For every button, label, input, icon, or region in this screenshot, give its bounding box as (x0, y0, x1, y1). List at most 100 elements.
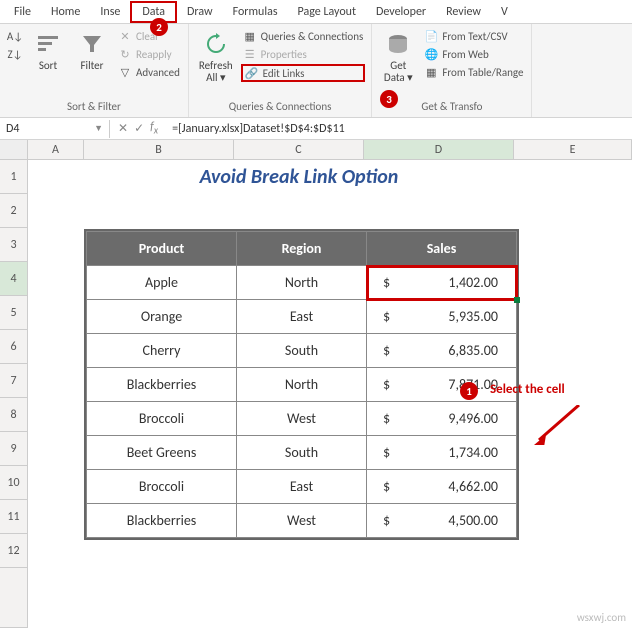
table-icon: ▦ (424, 65, 438, 79)
sales-value: 9,496.00 (448, 410, 504, 427)
cancel-icon[interactable]: ✕ (118, 121, 128, 136)
table-row: Beet GreensSouth$1,734.00 (87, 436, 517, 470)
accept-icon[interactable]: ✓ (134, 121, 144, 136)
col-header-C[interactable]: C (234, 140, 364, 159)
col-header-E[interactable]: E (514, 140, 632, 159)
link-icon: 🔗 (245, 66, 259, 80)
cell-region[interactable]: West (237, 504, 367, 538)
queries-connections-button[interactable]: ▦Queries & Connections (241, 28, 366, 44)
currency-symbol: $ (379, 308, 390, 325)
select-all-corner[interactable] (0, 140, 28, 159)
col-header-B[interactable]: B (84, 140, 234, 159)
header-region[interactable]: Region (237, 232, 367, 266)
tab-view[interactable]: V (491, 1, 518, 23)
name-box[interactable]: D4 ▼ (0, 120, 110, 138)
advanced-icon: ▽ (118, 65, 132, 79)
group-label-getdata: Get & Transfo (378, 98, 525, 115)
cell-product[interactable]: Blackberries (87, 504, 237, 538)
cell-sales[interactable]: $9,496.00 (367, 402, 517, 436)
cell-sales[interactable]: $4,662.00 (367, 470, 517, 504)
from-web-button[interactable]: 🌐From Web (422, 46, 525, 62)
sales-value: 1,734.00 (448, 444, 504, 461)
get-data-button[interactable]: GetData ▾ (378, 26, 418, 88)
callout-2: 2 (150, 18, 168, 36)
cell-product[interactable]: Blackberries (87, 368, 237, 402)
row-header-11[interactable]: 11 (0, 500, 28, 534)
cell-region[interactable]: East (237, 300, 367, 334)
cell-product[interactable]: Beet Greens (87, 436, 237, 470)
row-header-5[interactable]: 5 (0, 296, 28, 330)
cell-region[interactable]: North (237, 368, 367, 402)
cell-product[interactable]: Cherry (87, 334, 237, 368)
tab-insert[interactable]: Inse (90, 1, 130, 23)
row-header-12[interactable]: 12 (0, 534, 28, 568)
row-header-7[interactable]: 7 (0, 364, 28, 398)
tab-developer[interactable]: Developer (366, 1, 436, 23)
row-header-9[interactable]: 9 (0, 432, 28, 466)
row-header-2[interactable]: 2 (0, 194, 28, 228)
za-icon: Z↓ (8, 47, 22, 61)
sort-button[interactable]: Sort (28, 26, 68, 76)
tab-page-layout[interactable]: Page Layout (288, 1, 366, 23)
sales-value: 4,662.00 (448, 478, 504, 495)
tab-home[interactable]: Home (41, 1, 90, 23)
fx-icon[interactable]: fx (150, 120, 158, 136)
cell-region[interactable]: West (237, 402, 367, 436)
col-header-A[interactable]: A (28, 140, 84, 159)
currency-symbol: $ (379, 478, 390, 495)
formula-input[interactable]: =[January.xlsx]Dataset!$D$4:$D$11 (166, 120, 632, 138)
tab-review[interactable]: Review (436, 1, 491, 23)
grid: A B C D E 1Avoid Break Link Option 2 3 4… (0, 140, 632, 628)
clear-icon: ✕ (118, 29, 132, 43)
refresh-all-button[interactable]: RefreshAll ▾ (195, 26, 237, 88)
row-header-8[interactable]: 8 (0, 398, 28, 432)
edit-links-button[interactable]: 🔗Edit Links (241, 64, 366, 82)
from-text-csv-button[interactable]: 📄From Text/CSV (422, 28, 525, 44)
cell-sales[interactable]: $4,500.00 (367, 504, 517, 538)
cell-region[interactable]: North (237, 266, 367, 300)
ribbon-tabs: File Home Inse Data Draw Formulas Page L… (0, 0, 632, 24)
from-table-button[interactable]: ▦From Table/Range (422, 64, 525, 80)
advanced-button[interactable]: ▽Advanced (116, 64, 182, 80)
col-header-D[interactable]: D (364, 140, 514, 159)
cell-product[interactable]: Broccoli (87, 402, 237, 436)
cell-product[interactable]: Orange (87, 300, 237, 334)
tab-draw[interactable]: Draw (177, 1, 223, 23)
group-label-sort: Sort & Filter (6, 98, 182, 115)
ribbon-body: A↓ Z↓ Sort Filter ✕Clear ↻Reapply ▽Advan… (0, 24, 632, 118)
data-table: Product Region Sales AppleNorth$1,402.00… (84, 229, 519, 540)
cell-sales[interactable]: $5,935.00 (367, 300, 517, 334)
properties-button[interactable]: ☰Properties (241, 46, 366, 62)
clear-button[interactable]: ✕Clear (116, 28, 182, 44)
currency-symbol: $ (379, 444, 390, 461)
cell-product[interactable]: Apple (87, 266, 237, 300)
currency-symbol: $ (379, 274, 390, 291)
reapply-button[interactable]: ↻Reapply (116, 46, 182, 62)
filter-button[interactable]: Filter (72, 26, 112, 76)
row-header-4[interactable]: 4 (0, 262, 28, 296)
tab-formulas[interactable]: Formulas (223, 1, 288, 23)
sort-za-button[interactable]: Z↓ (6, 46, 24, 62)
formula-bar-row: D4 ▼ ✕ ✓ fx =[January.xlsx]Dataset!$D$4:… (0, 118, 632, 140)
header-product[interactable]: Product (87, 232, 237, 266)
group-sort-filter: A↓ Z↓ Sort Filter ✕Clear ↻Reapply ▽Advan… (0, 24, 189, 117)
header-sales[interactable]: Sales (367, 232, 517, 266)
cell-sales[interactable]: $1,402.00 (367, 266, 517, 300)
name-box-dropdown-icon[interactable]: ▼ (94, 123, 103, 134)
tab-file[interactable]: File (4, 1, 41, 23)
group-queries: RefreshAll ▾ ▦Queries & Connections ☰Pro… (189, 24, 372, 117)
cell-region[interactable]: South (237, 334, 367, 368)
az-icon: A↓ (8, 29, 22, 43)
cell-region[interactable]: East (237, 470, 367, 504)
cell-region[interactable]: South (237, 436, 367, 470)
sort-az-button[interactable]: A↓ (6, 28, 24, 44)
row-header-1[interactable]: 1 (0, 160, 28, 194)
row-header-10[interactable]: 10 (0, 466, 28, 500)
csv-icon: 📄 (424, 29, 438, 43)
row-header-6[interactable]: 6 (0, 330, 28, 364)
row-header-3[interactable]: 3 (0, 228, 28, 262)
sales-value: 6,835.00 (448, 342, 504, 359)
cell-sales[interactable]: $6,835.00 (367, 334, 517, 368)
cell-product[interactable]: Broccoli (87, 470, 237, 504)
cell-sales[interactable]: $1,734.00 (367, 436, 517, 470)
